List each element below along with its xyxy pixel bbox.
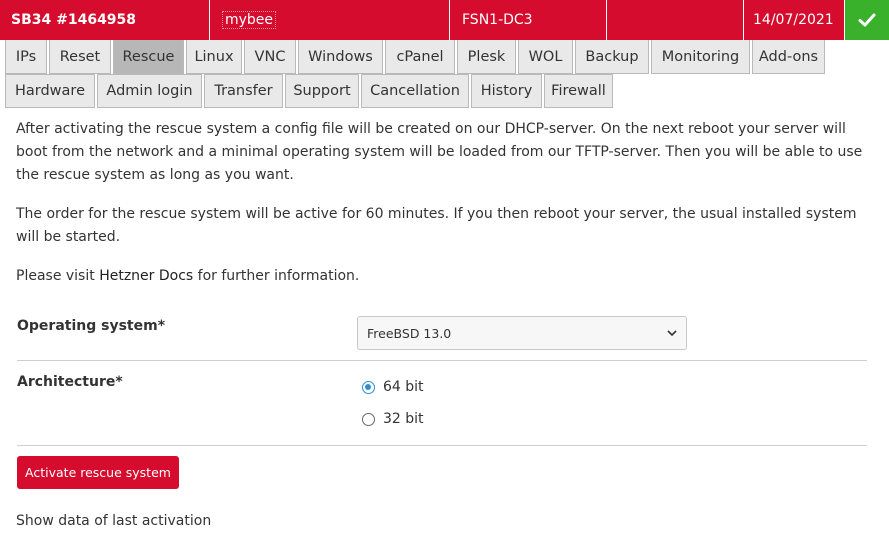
tab-transfer[interactable]: Transfer bbox=[204, 74, 283, 108]
server-name[interactable]: mybee bbox=[222, 11, 277, 29]
radio-unselected-icon[interactable] bbox=[362, 412, 375, 426]
arch-radio-64[interactable]: 64 bit bbox=[362, 379, 424, 395]
rescue-intro-text: After activating the rescue system a con… bbox=[16, 121, 863, 183]
tab-reset[interactable]: Reset bbox=[49, 40, 111, 74]
arch-option-64-label: 64 bit bbox=[383, 379, 424, 395]
activate-rescue-button[interactable]: Activate rescue system bbox=[17, 456, 179, 489]
tab-vnc[interactable]: VNC bbox=[244, 40, 296, 74]
docs-hint-suffix: for further information. bbox=[193, 268, 360, 284]
status-ok-cell bbox=[845, 0, 889, 40]
rescue-description: After activating the rescue system a con… bbox=[16, 118, 866, 288]
tab-hardware[interactable]: Hardware bbox=[5, 74, 95, 108]
header-blank-cell bbox=[607, 0, 744, 40]
server-name-cell[interactable]: mybee bbox=[210, 0, 450, 40]
tab-cpanel[interactable]: cPanel bbox=[385, 40, 455, 74]
arch-radio-32[interactable]: 32 bit bbox=[362, 411, 424, 427]
radio-selected-icon[interactable] bbox=[362, 380, 375, 394]
tab-history[interactable]: History bbox=[471, 74, 542, 108]
tab-firewall[interactable]: Firewall bbox=[544, 74, 613, 108]
last-activation-link[interactable]: Show data of last activation bbox=[16, 513, 211, 529]
check-icon bbox=[858, 13, 876, 27]
tab-monitoring[interactable]: Monitoring bbox=[651, 40, 750, 74]
tab-bar: IPs Reset Rescue Linux VNC Windows cPane… bbox=[5, 40, 889, 108]
arch-row: Architecture* 64 bit 32 bit bbox=[17, 372, 867, 432]
tab-row-2: Hardware Admin login Transfer Support Ca… bbox=[5, 74, 889, 108]
form-divider-1 bbox=[17, 360, 867, 361]
hetzner-docs-link[interactable]: Hetzner Docs bbox=[99, 268, 193, 284]
arch-label: Architecture* bbox=[17, 374, 123, 390]
tab-windows[interactable]: Windows bbox=[298, 40, 383, 74]
server-header: SB34 #1464958 mybee FSN1-DC3 14/07/2021 bbox=[0, 0, 889, 40]
os-select-value: FreeBSD 13.0 bbox=[367, 325, 452, 341]
tab-plesk[interactable]: Plesk bbox=[457, 40, 516, 74]
tab-support[interactable]: Support bbox=[285, 74, 359, 108]
tab-wol[interactable]: WOL bbox=[518, 40, 573, 74]
chevron-down-icon bbox=[667, 330, 677, 337]
docs-hint-prefix: Please visit bbox=[16, 268, 100, 284]
tab-admin-login[interactable]: Admin login bbox=[97, 74, 202, 108]
form-divider-2 bbox=[17, 445, 867, 446]
server-id: SB34 #1464958 bbox=[0, 0, 210, 40]
os-label: Operating system* bbox=[17, 318, 166, 334]
tab-rescue[interactable]: Rescue bbox=[113, 40, 184, 74]
tab-cancellation[interactable]: Cancellation bbox=[361, 74, 469, 108]
server-date: 14/07/2021 bbox=[744, 0, 845, 40]
tab-row-1: IPs Reset Rescue Linux VNC Windows cPane… bbox=[5, 40, 889, 74]
datacenter: FSN1-DC3 bbox=[450, 0, 607, 40]
os-row: Operating system* FreeBSD 13.0 bbox=[17, 316, 867, 350]
tab-ips[interactable]: IPs bbox=[5, 40, 47, 74]
docs-hint-text: Please visit Hetzner Docs for further in… bbox=[16, 265, 866, 288]
arch-option-32-label: 32 bit bbox=[383, 411, 424, 427]
tab-backup[interactable]: Backup bbox=[575, 40, 649, 74]
os-select[interactable]: FreeBSD 13.0 bbox=[357, 316, 687, 350]
tab-add-ons[interactable]: Add-ons bbox=[752, 40, 825, 74]
rescue-duration-text: The order for the rescue system will be … bbox=[16, 206, 857, 245]
tab-linux[interactable]: Linux bbox=[186, 40, 242, 74]
